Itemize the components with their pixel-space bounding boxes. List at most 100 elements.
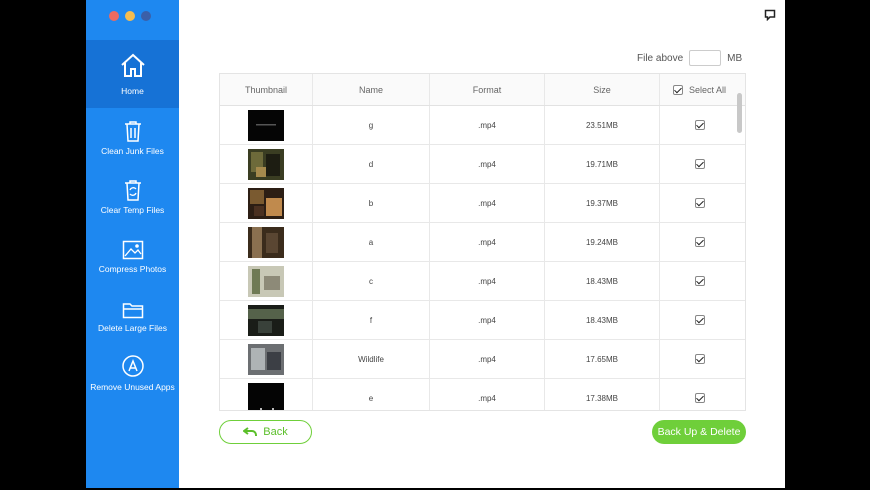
table-row[interactable]: Wildlife .mp4 17.65MB [220, 340, 745, 379]
file-format: .mp4 [430, 262, 545, 300]
minimize-window-button[interactable] [125, 11, 135, 21]
sidebar-item-clean-junk-files[interactable]: Clean Junk Files [86, 116, 179, 175]
file-size: 19.37MB [545, 184, 660, 222]
back-button[interactable]: Back [219, 420, 312, 444]
backup-delete-button[interactable]: Back Up & Delete [652, 420, 746, 444]
window-controls [109, 11, 151, 21]
file-size: 17.38MB [545, 379, 660, 410]
app-store-icon [86, 352, 179, 378]
file-format: .mp4 [430, 379, 545, 410]
video-thumbnail[interactable] [248, 265, 284, 297]
select-cell [660, 223, 739, 261]
header-select-all: Select All [660, 74, 739, 105]
file-format: .mp4 [430, 145, 545, 183]
file-name: d [313, 145, 430, 183]
file-size: 19.71MB [545, 145, 660, 183]
sidebar-item-label: Remove Unused Apps [90, 382, 175, 392]
table-body: g .mp4 23.51MB d .mp4 19.71MB b .mp4 19.37MB a .mp… [220, 106, 745, 412]
file-name: f [313, 301, 430, 339]
sidebar-item-label: Delete Large Files [98, 323, 167, 333]
table-row[interactable]: e .mp4 17.38MB [220, 379, 745, 412]
file-format: .mp4 [430, 301, 545, 339]
thumbnail-cell [220, 184, 313, 222]
photo-icon [86, 234, 179, 260]
file-format: .mp4 [430, 184, 545, 222]
table-row[interactable]: c .mp4 18.43MB [220, 262, 745, 301]
close-window-button[interactable] [109, 11, 119, 21]
header-format[interactable]: Format [430, 74, 545, 105]
table-header: Thumbnail Name Format Size Select All [220, 74, 745, 106]
row-checkbox[interactable] [694, 393, 705, 403]
app-window: Home Clean Junk Files Clear Temp Files C… [86, 0, 785, 488]
sidebar: Home Clean Junk Files Clear Temp Files C… [86, 0, 179, 488]
select-cell [660, 379, 739, 410]
file-name: b [313, 184, 430, 222]
file-size-input[interactable] [689, 50, 722, 66]
row-checkbox[interactable] [694, 354, 705, 364]
sidebar-item-compress-photos[interactable]: Compress Photos [86, 234, 179, 293]
file-name: a [313, 223, 430, 261]
sidebar-item-label: Clean Junk Files [101, 146, 164, 156]
file-format: .mp4 [430, 340, 545, 378]
header-name[interactable]: Name [313, 74, 430, 105]
select-cell [660, 301, 739, 339]
file-name: e [313, 379, 430, 410]
table-scrollbar[interactable] [737, 93, 742, 133]
video-thumbnail[interactable] [248, 343, 284, 375]
row-checkbox[interactable] [694, 159, 705, 169]
select-cell [660, 106, 739, 144]
video-thumbnail[interactable] [248, 109, 284, 141]
row-checkbox[interactable] [694, 120, 705, 130]
sidebar-item-clear-temp-files[interactable]: Clear Temp Files [86, 175, 179, 234]
table-row[interactable]: a .mp4 19.24MB [220, 223, 745, 262]
trash-icon [86, 116, 179, 142]
chat-icon[interactable] [764, 8, 776, 26]
row-checkbox[interactable] [694, 315, 705, 325]
table-row[interactable]: f .mp4 18.43MB [220, 301, 745, 340]
row-checkbox[interactable] [694, 276, 705, 286]
file-size: 23.51MB [545, 106, 660, 144]
thumbnail-cell [220, 301, 313, 339]
thumbnail-cell [220, 223, 313, 261]
select-cell [660, 340, 739, 378]
file-format: .mp4 [430, 223, 545, 261]
zoom-window-button[interactable] [141, 11, 151, 21]
sidebar-item-home[interactable]: Home [86, 48, 179, 102]
file-above-label: File above [637, 52, 684, 64]
video-thumbnail[interactable] [248, 382, 284, 412]
video-thumbnail[interactable] [248, 226, 284, 258]
header-size[interactable]: Size [545, 74, 660, 105]
video-thumbnail[interactable] [248, 148, 284, 180]
sidebar-item-label: Compress Photos [98, 264, 167, 274]
select-cell [660, 184, 739, 222]
thumbnail-cell [220, 340, 313, 378]
file-size: 18.43MB [545, 301, 660, 339]
main-panel: File above MB Thumbnail Name Format Size… [179, 0, 785, 488]
sidebar-item-remove-unused-apps[interactable]: Remove Unused Apps [86, 352, 179, 411]
header-thumbnail: Thumbnail [220, 74, 313, 105]
table-row[interactable]: b .mp4 19.37MB [220, 184, 745, 223]
sidebar-item-label: Home [121, 86, 144, 96]
table-row[interactable]: g .mp4 23.51MB [220, 106, 745, 145]
folder-icon [86, 293, 179, 319]
select-all-label: Select All [688, 84, 727, 95]
file-format: .mp4 [430, 106, 545, 144]
row-checkbox[interactable] [694, 237, 705, 247]
home-icon [86, 48, 179, 78]
select-cell [660, 262, 739, 300]
video-thumbnail[interactable] [248, 187, 284, 219]
file-size: 17.65MB [545, 340, 660, 378]
select-all-checkbox[interactable] [672, 84, 683, 95]
file-name: g [313, 106, 430, 144]
sidebar-item-label: Clear Temp Files [100, 205, 165, 215]
files-table: Thumbnail Name Format Size Select All g.… [219, 73, 746, 411]
row-checkbox[interactable] [694, 198, 705, 208]
video-thumbnail[interactable] [248, 304, 284, 336]
table-row[interactable]: d .mp4 19.71MB [220, 145, 745, 184]
back-arrow-icon [243, 427, 258, 436]
thumbnail-cell [220, 262, 313, 300]
sidebar-item-delete-large-files[interactable]: Delete Large Files [86, 293, 179, 352]
thumbnail-cell [220, 379, 313, 412]
file-size-unit: MB [727, 52, 743, 64]
file-size: 18.43MB [545, 262, 660, 300]
